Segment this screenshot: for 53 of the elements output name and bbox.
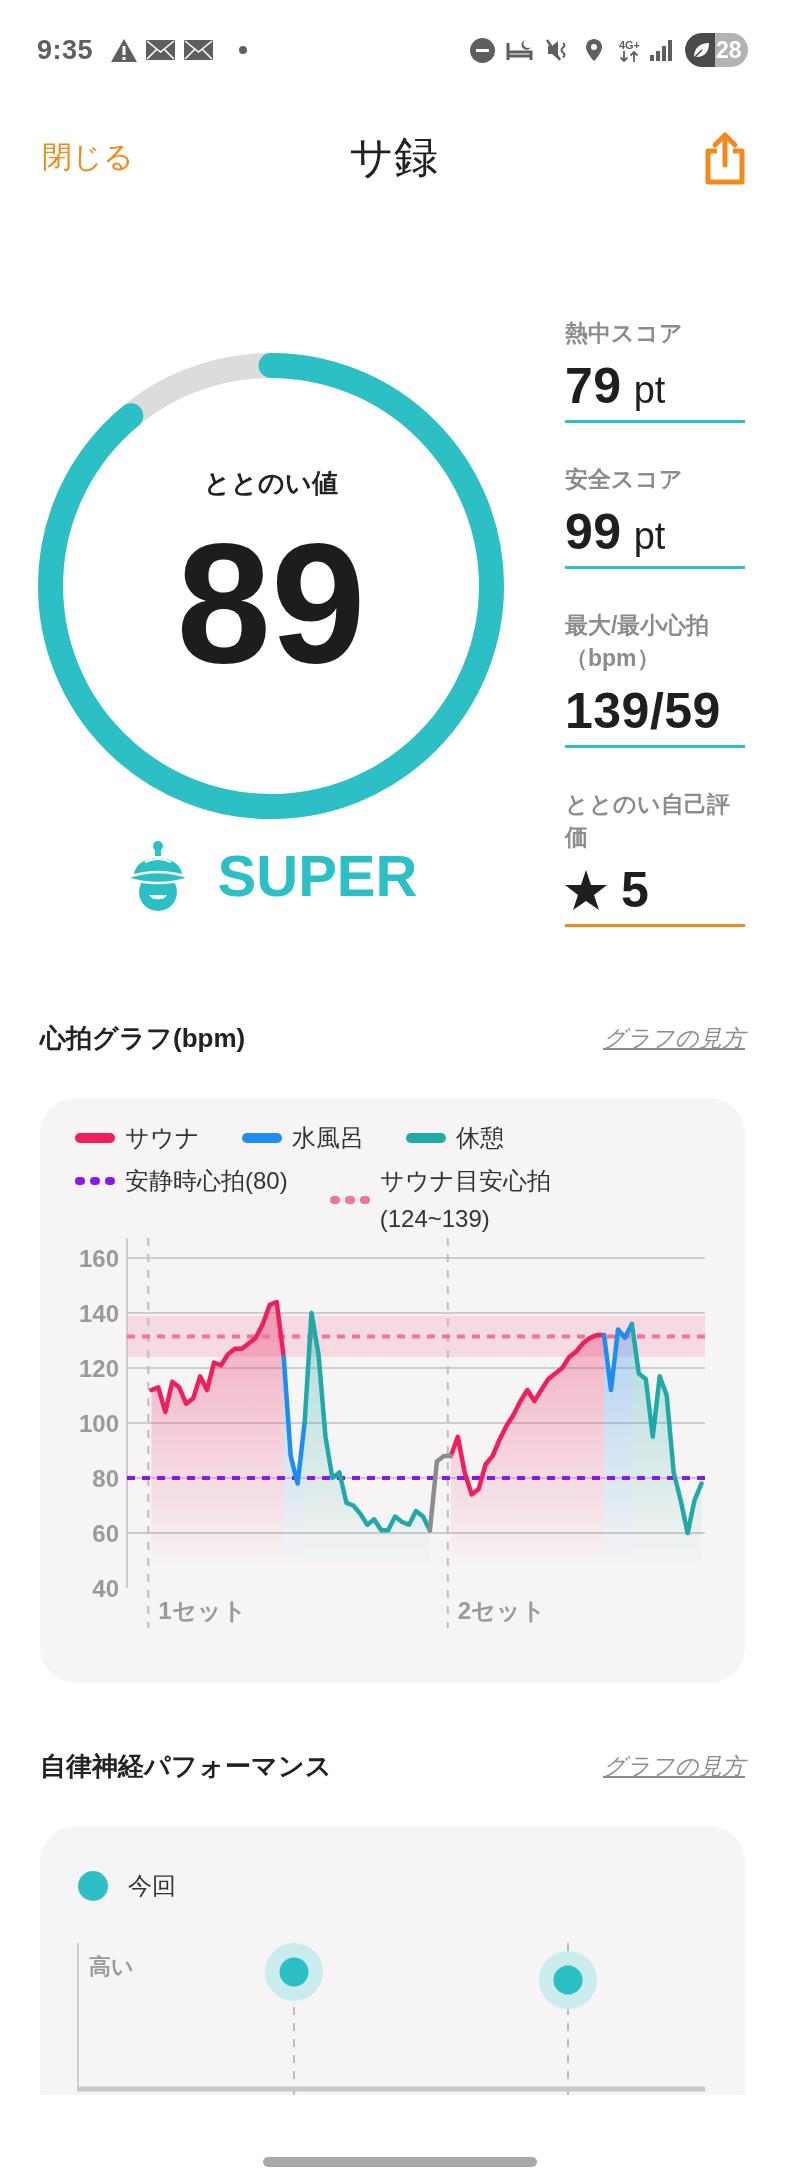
legend-label: 今回 (128, 1871, 176, 1901)
score-label: 安全スコア (565, 465, 684, 494)
ring-value: 89 (176, 518, 366, 688)
do-not-disturb-icon (469, 37, 495, 63)
legend-label: サウナ目安心拍(124~139) (379, 1166, 552, 1234)
bed-icon (505, 39, 533, 61)
location-pin-icon (585, 39, 602, 61)
legend-label: 安静時心拍(80) (125, 1166, 288, 1196)
axis-tick-label: 140 (78, 1300, 119, 1327)
score-value: 139/59 (565, 683, 721, 739)
axis-tick-label: 100 (78, 1410, 119, 1437)
data-point-icon (539, 1951, 597, 2009)
share-button[interactable] (705, 130, 745, 185)
legend-label: サウナ (125, 1123, 200, 1153)
score-value: 5 (621, 862, 650, 918)
rank-label: SUPER (217, 842, 418, 910)
data-point-icon (265, 1943, 323, 2001)
legend-label: 水風呂 (292, 1123, 364, 1153)
set-label: 1セット (158, 1597, 247, 1624)
share-icon (705, 130, 745, 185)
mail-icon (146, 39, 176, 61)
score-unit: pt (633, 368, 666, 413)
data-arrows-icon (619, 50, 640, 62)
set-label: 2セット (457, 1597, 547, 1624)
section-title: 心拍グラフ(bpm) (40, 1021, 246, 1055)
network-type: 4G+ (618, 38, 640, 51)
mute-icon (545, 38, 568, 62)
close-button[interactable]: 閉じる (42, 137, 134, 178)
ring-label: ととのい値 (204, 467, 338, 500)
mail-icon (184, 39, 214, 61)
status-time: 9:35 (37, 34, 94, 66)
axis-tick-label: 40 (92, 1575, 119, 1602)
score-label: 熱中スコア (565, 319, 684, 348)
star-icon (565, 870, 607, 910)
axis-label: 高い (89, 1954, 134, 1979)
battery-level: 28 (716, 36, 742, 65)
axis-tick-label: 160 (78, 1245, 119, 1272)
signal-icon (650, 39, 672, 61)
notification-dot-icon (239, 46, 248, 54)
section-title: 自律神経パフォーマンス (40, 1749, 332, 1783)
leaf-icon (685, 33, 715, 67)
score-label: 最大/最小心拍（bpm） (565, 611, 711, 673)
score-unit: pt (633, 514, 666, 559)
screen-title: サ録 (349, 131, 438, 183)
warning-icon (110, 37, 139, 63)
legend-dot-icon (78, 1871, 108, 1901)
legend-label: 休憩 (456, 1123, 504, 1153)
axis-tick-label: 60 (92, 1520, 119, 1547)
score-label: ととのい自己評価 (565, 790, 731, 852)
score-value: 99 (565, 504, 622, 560)
axis-tick-label: 80 (92, 1465, 119, 1492)
score-value: 79 (565, 358, 622, 414)
axis-tick-label: 120 (78, 1355, 119, 1382)
